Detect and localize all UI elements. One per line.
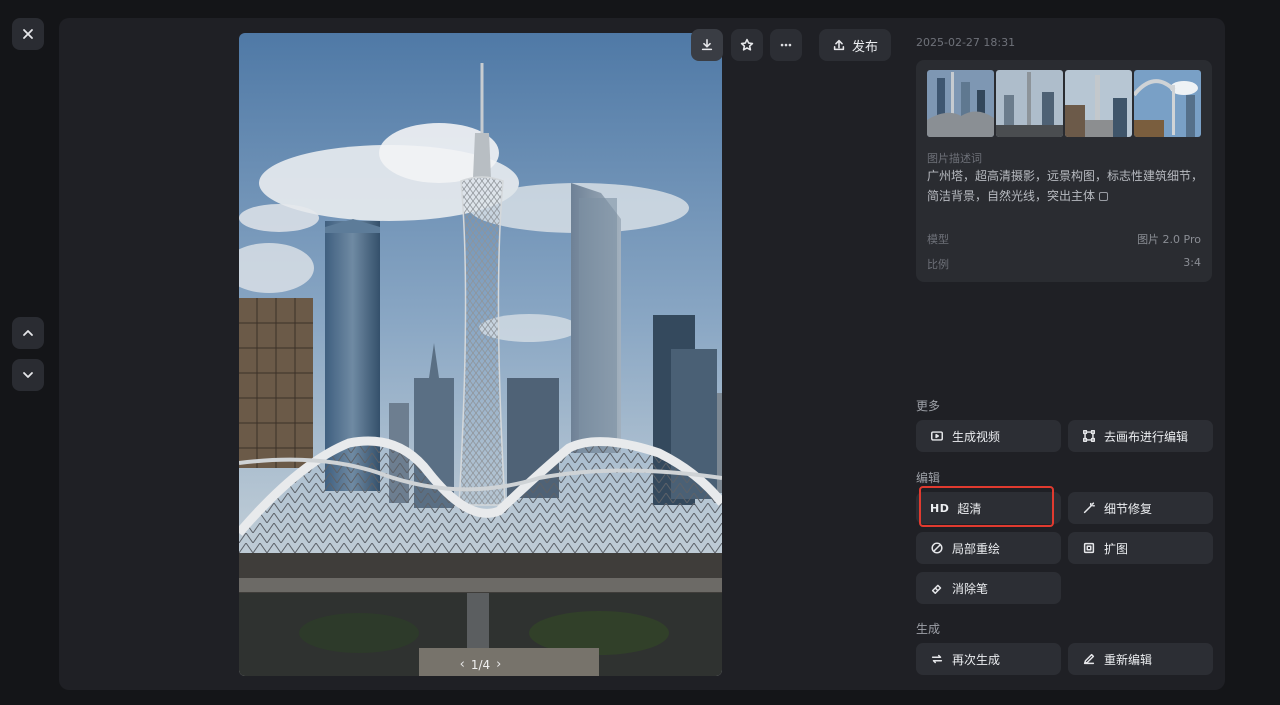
eraser-label: 消除笔 bbox=[952, 581, 989, 596]
expand-button[interactable]: 扩图 bbox=[1068, 532, 1213, 564]
previous-image-button[interactable] bbox=[12, 317, 44, 349]
section-edit-label: 编辑 bbox=[916, 471, 941, 485]
pencil-icon bbox=[1083, 653, 1095, 665]
inpaint-button[interactable]: 局部重绘 bbox=[916, 532, 1061, 564]
more-options-button[interactable] bbox=[770, 29, 802, 61]
thumbnail-2[interactable] bbox=[996, 70, 1063, 137]
detail-fix-label: 细节修复 bbox=[1104, 501, 1153, 516]
prompt-description: 广州塔，超高清摄影，远景构图，标志性建筑细节，简洁背景，自然光线，突出主体 bbox=[927, 166, 1203, 206]
section-generate-label: 生成 bbox=[916, 622, 941, 636]
generate-video-label: 生成视频 bbox=[952, 429, 1001, 444]
refresh-icon bbox=[931, 654, 943, 664]
download-icon bbox=[701, 38, 713, 51]
canvas-icon bbox=[1083, 430, 1095, 442]
video-icon bbox=[931, 431, 943, 441]
image-pager: ‹ 1/4 › bbox=[239, 657, 722, 672]
re-edit-button[interactable]: 重新编辑 bbox=[1068, 643, 1213, 675]
image-info-card: 图片描述词 广州塔，超高清摄影，远景构图，标志性建筑细节，简洁背景，自然光线，突… bbox=[916, 60, 1212, 282]
close-icon bbox=[23, 29, 33, 39]
upscale-label: 超清 bbox=[957, 501, 982, 516]
generated-image[interactable]: ‹ 1/4 › bbox=[239, 33, 722, 676]
ratio-value: 3:4 bbox=[1183, 256, 1201, 269]
download-button[interactable] bbox=[691, 29, 723, 61]
eraser-button[interactable]: 消除笔 bbox=[916, 572, 1061, 604]
brush-icon bbox=[931, 542, 943, 554]
created-timestamp: 2025-02-27 18:31 bbox=[916, 36, 1016, 49]
next-image-button[interactable] bbox=[12, 359, 44, 391]
expand-label: 扩图 bbox=[1104, 541, 1129, 556]
pager-next-icon[interactable]: › bbox=[496, 657, 501, 672]
description-label: 图片描述词 bbox=[927, 152, 982, 165]
section-more-label: 更多 bbox=[916, 399, 941, 413]
thumbnail-4[interactable] bbox=[1134, 70, 1201, 137]
pager-prev-icon[interactable]: ‹ bbox=[460, 657, 465, 672]
pager-count: 1/4 bbox=[470, 657, 491, 672]
canvas-edit-button[interactable]: 去画布进行编辑 bbox=[1068, 420, 1213, 452]
upscale-button[interactable]: HD 超清 bbox=[916, 492, 1061, 524]
publish-button[interactable]: 发布 bbox=[819, 29, 891, 61]
magic-wand-icon bbox=[1083, 502, 1095, 514]
publish-label: 发布 bbox=[851, 39, 878, 55]
model-row: 模型 图片 2.0 Pro bbox=[927, 231, 1201, 247]
generate-video-button[interactable]: 生成视频 bbox=[916, 420, 1061, 452]
upload-icon bbox=[833, 39, 845, 51]
hd-icon: HD bbox=[930, 501, 950, 515]
regenerate-label: 再次生成 bbox=[952, 652, 1001, 667]
thumbnail-3[interactable] bbox=[1065, 70, 1132, 137]
chevron-up-icon bbox=[23, 330, 33, 336]
eraser-icon bbox=[931, 584, 942, 594]
re-edit-label: 重新编辑 bbox=[1104, 652, 1153, 667]
canvas-edit-label: 去画布进行编辑 bbox=[1104, 429, 1189, 444]
thumbnail-1[interactable] bbox=[927, 70, 994, 137]
model-label: 模型 bbox=[927, 233, 949, 246]
detail-fix-button[interactable]: 细节修复 bbox=[1068, 492, 1213, 524]
star-icon bbox=[740, 38, 754, 51]
inpaint-label: 局部重绘 bbox=[952, 541, 1001, 556]
chevron-down-icon bbox=[23, 372, 33, 378]
ratio-label: 比例 bbox=[927, 258, 949, 271]
ratio-row: 比例 3:4 bbox=[927, 256, 1201, 272]
more-icon bbox=[780, 43, 792, 47]
favorite-button[interactable] bbox=[731, 29, 763, 61]
thumbnail-strip bbox=[927, 70, 1201, 137]
copy-icon[interactable] bbox=[1099, 192, 1109, 201]
expand-icon bbox=[1083, 542, 1095, 554]
regenerate-button[interactable]: 再次生成 bbox=[916, 643, 1061, 675]
prompt-text: 广州塔，超高清摄影，远景构图，标志性建筑细节，简洁背景，自然光线，突出主体 bbox=[927, 169, 1204, 203]
model-value: 图片 2.0 Pro bbox=[1137, 233, 1201, 246]
close-button[interactable] bbox=[12, 18, 44, 50]
